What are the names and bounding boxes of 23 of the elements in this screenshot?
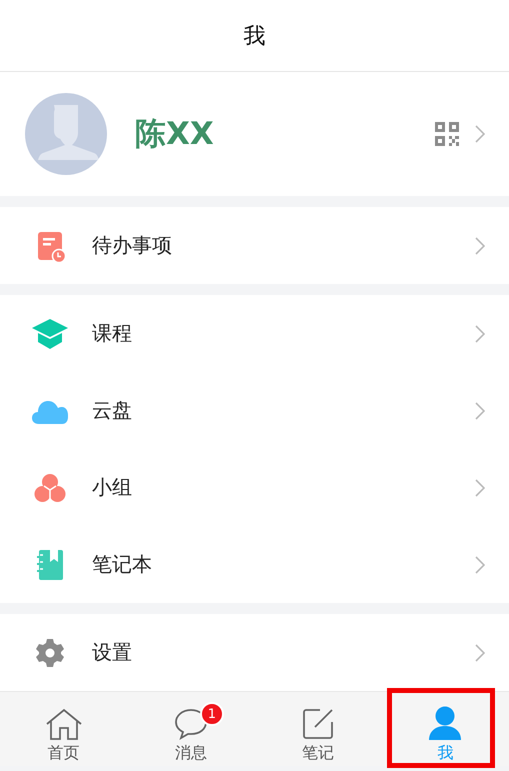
chevron-right-icon (475, 644, 485, 662)
chevron-right-icon (475, 324, 485, 342)
chevron-right-icon (475, 125, 485, 143)
circles-icon (34, 472, 66, 502)
person-icon (428, 706, 462, 740)
page-title: 我 (244, 22, 266, 50)
edit-icon (302, 708, 334, 740)
graduation-cap-icon (31, 318, 69, 350)
tab[interactable]: 笔记 (254, 692, 382, 766)
chevron-right-icon (475, 478, 485, 496)
user-name: 陈XX (135, 115, 215, 154)
settings-icon (35, 638, 65, 668)
chat-bubble-icon (174, 708, 208, 740)
chevron-right-icon (475, 556, 485, 574)
todo-icon (35, 230, 65, 262)
qr-code-icon[interactable] (435, 122, 459, 146)
unread-badge: 1 (200, 702, 224, 726)
chevron-right-icon (475, 402, 485, 420)
home-icon (44, 708, 83, 740)
tab[interactable]: 首页 (0, 692, 128, 766)
notebook-icon (36, 548, 64, 580)
chevron-right-icon (475, 236, 485, 254)
tab[interactable]: 1 消息 (127, 692, 254, 766)
